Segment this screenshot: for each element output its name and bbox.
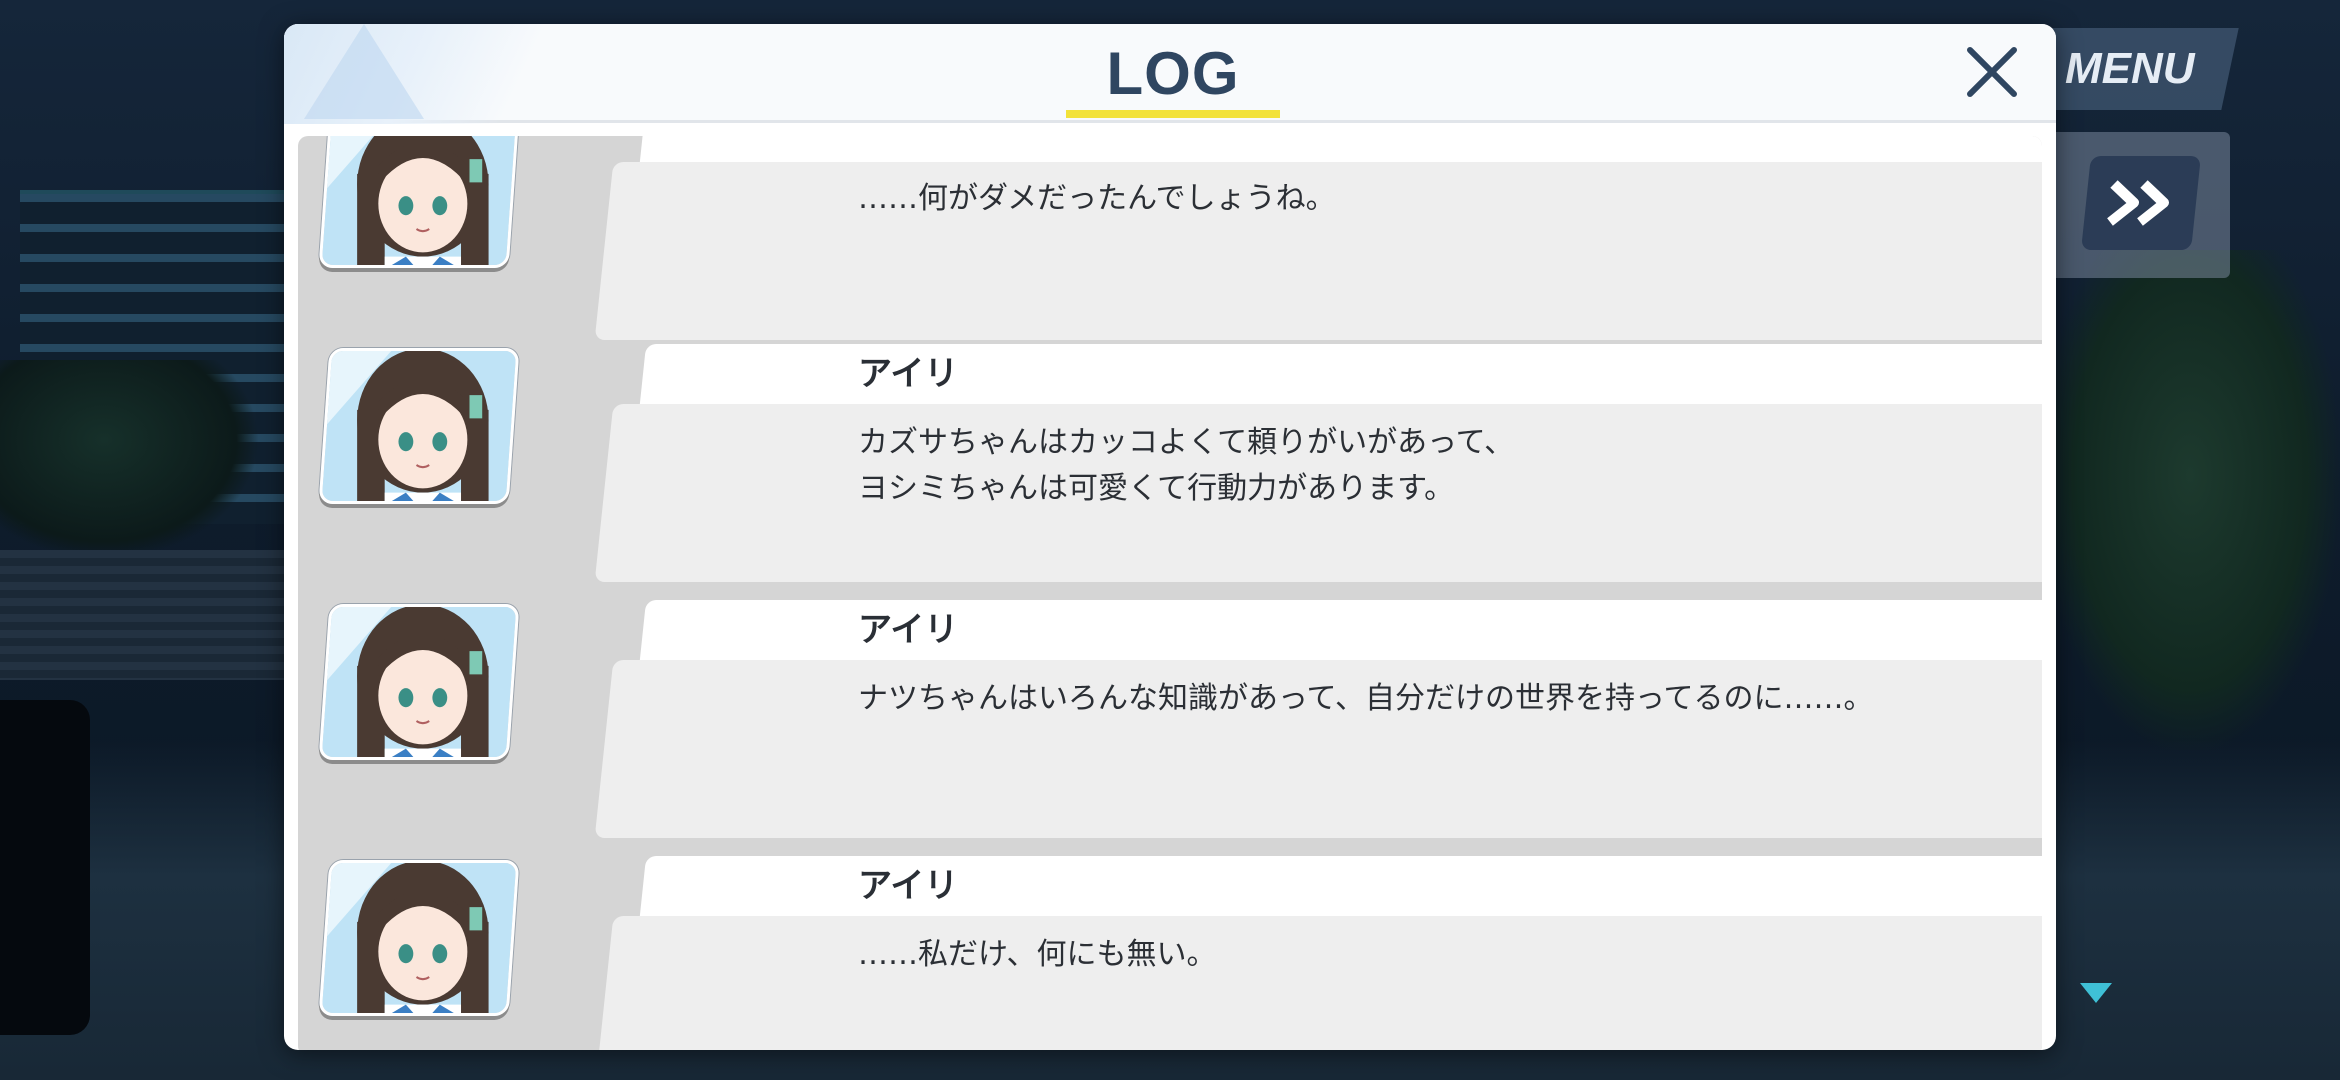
close-button[interactable] (1954, 34, 2030, 110)
background-tree-left (0, 360, 260, 560)
log-scroll-area[interactable]: ……何がダメだったんでしょうね。 アイリ カズサちゃんはカッコよくて頼りがいがあ… (298, 136, 2042, 1050)
message-text: ……私だけ、何にも無い。 (858, 937, 1217, 972)
fast-forward-button[interactable] (2081, 156, 2201, 250)
log-entry: ……何がダメだったんでしょうね。 (298, 136, 2042, 340)
title-underline (1066, 110, 1280, 118)
page-title: LOG (1106, 40, 1240, 107)
log-dialog-header: LOG (284, 24, 2056, 124)
bubble-tail (804, 186, 826, 222)
message-text: ……何がダメだったんでしょうね。 (858, 181, 1336, 216)
speaker-name: アイリ (858, 866, 959, 906)
log-entry: アイリ カズサちゃんはカッコよくて頼りがいがあって、 ヨシミちゃんは可愛くて行動… (298, 344, 2042, 602)
header-decoration (284, 24, 614, 124)
avatar[interactable] (318, 604, 520, 760)
airi-portrait-icon (321, 860, 520, 1016)
speaker-name: アイリ (858, 610, 959, 650)
log-entry: アイリ ……私だけ、何にも無い。 (298, 856, 2042, 1050)
menu-button-label: MENU (2065, 44, 2195, 93)
log-entry: アイリ ナツちゃんはいろんな知識があって、自分だけの世界を持ってるのに……。 (298, 600, 2042, 858)
speaker-name-bar (639, 600, 2042, 660)
continue-indicator-icon (2080, 983, 2112, 1003)
message-text: カズサちゃんはカッコよくて頼りがいがあって、 ヨシミちゃんは可愛くて行動力があり… (858, 425, 1515, 506)
bubble-tail (804, 428, 826, 464)
bubble-tail (804, 940, 826, 976)
message-text: ナツちゃんはいろんな知識があって、自分だけの世界を持ってるのに……。 (858, 681, 1874, 716)
background-stairs (0, 550, 290, 680)
avatar[interactable] (318, 348, 520, 504)
fast-forward-icon (2107, 180, 2170, 226)
background-side-panel (0, 700, 90, 1035)
speaker-name: アイリ (858, 354, 959, 394)
close-icon (1967, 47, 2017, 97)
background-tree-right (2040, 250, 2340, 750)
speaker-name-bar (639, 136, 2042, 162)
airi-portrait-icon (321, 604, 520, 760)
bubble-tail (804, 684, 826, 720)
airi-portrait-icon (321, 136, 520, 268)
speaker-name-bar (639, 856, 2042, 916)
avatar[interactable] (318, 860, 520, 1016)
log-dialog: LOG ……何がダメだったんでしょうね。 アイリ カズサちゃんはカッコよくて頼り… (284, 24, 2056, 1050)
avatar[interactable] (318, 136, 520, 268)
speaker-name-bar (639, 344, 2042, 404)
airi-portrait-icon (321, 348, 520, 504)
